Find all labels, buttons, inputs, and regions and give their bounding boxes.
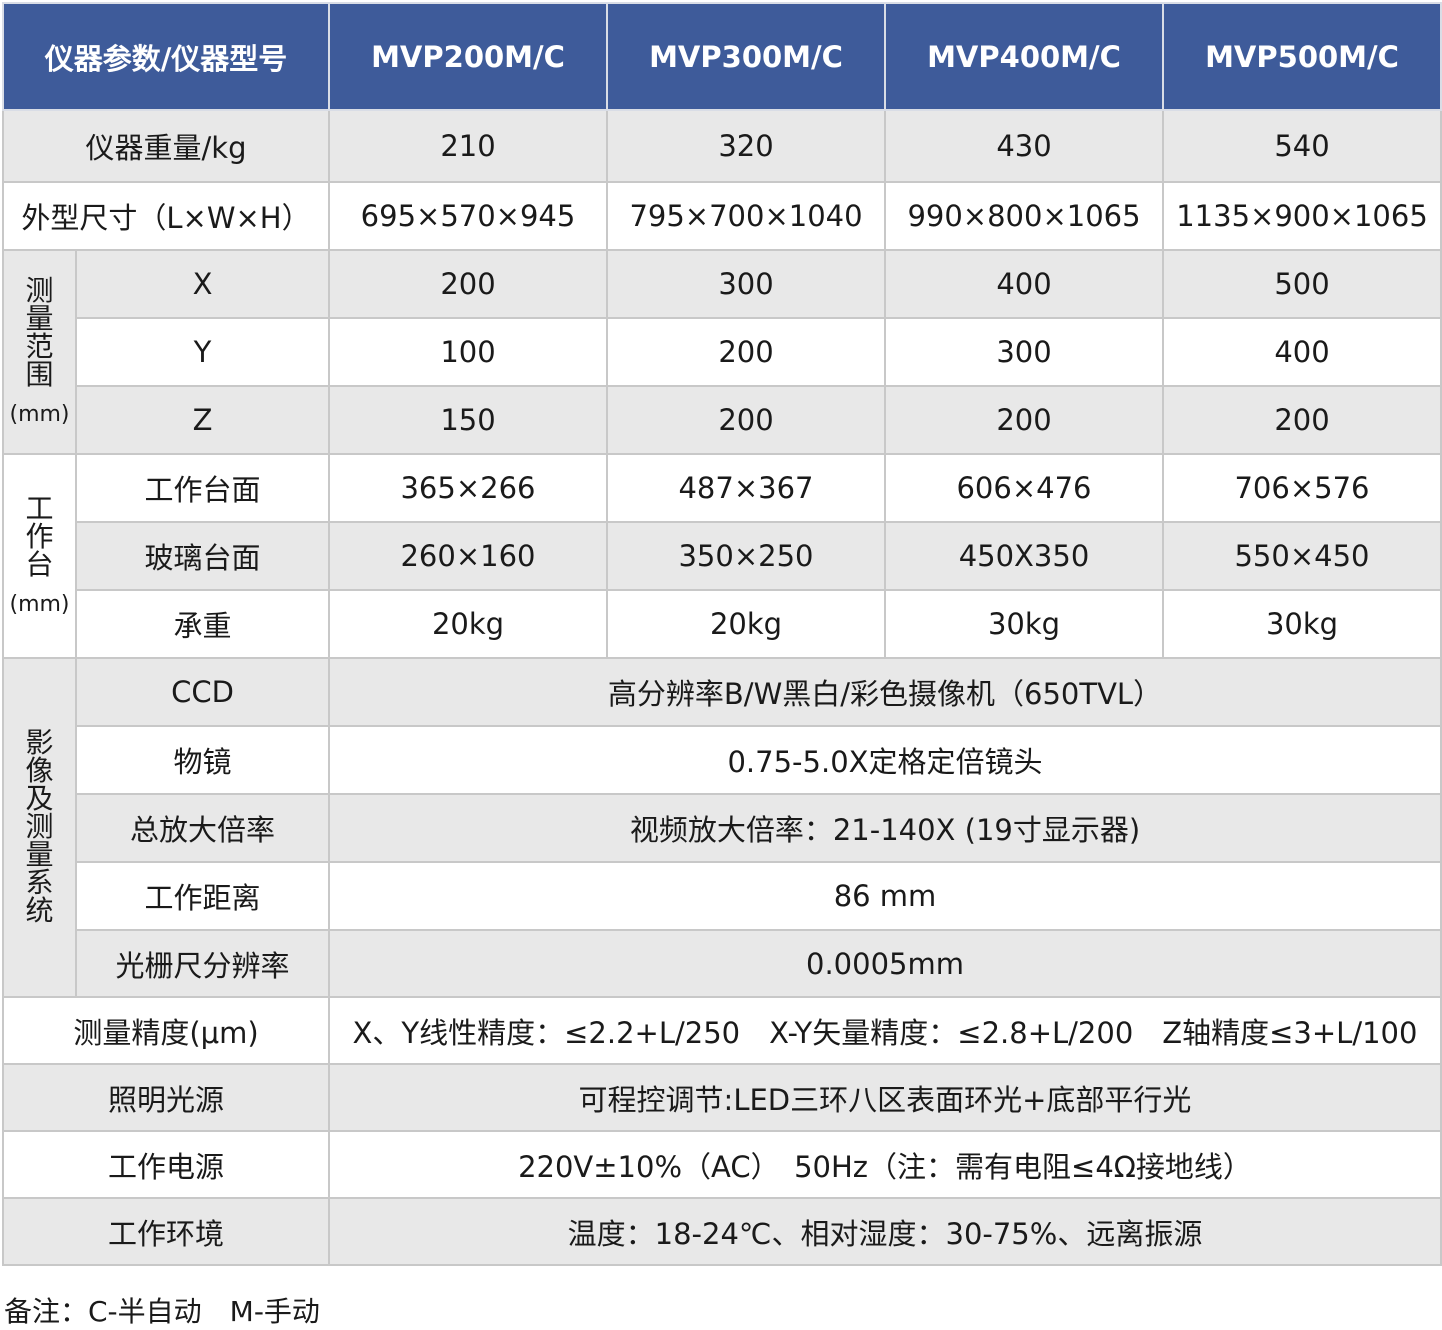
range-value: 200 bbox=[606, 317, 886, 387]
range-value: 400 bbox=[1162, 317, 1442, 387]
range-value: 200 bbox=[884, 385, 1164, 455]
imaging-label: 工作距离 bbox=[75, 861, 330, 931]
range-group-label: 测量范围 (mm) bbox=[2, 249, 77, 455]
dimensions-row: 外型尺寸（L×W×H） 695×570×945 795×700×1040 990… bbox=[2, 181, 1442, 251]
header-model-4: MVP500M/C bbox=[1162, 2, 1442, 111]
range-value: 200 bbox=[328, 249, 608, 319]
header-model-2: MVP300M/C bbox=[606, 2, 886, 111]
dimensions-value: 795×700×1040 bbox=[606, 181, 886, 251]
imaging-value: 0.0005mm bbox=[328, 929, 1442, 998]
worktable-label: 玻璃台面 bbox=[75, 521, 330, 591]
lighting-label: 照明光源 bbox=[2, 1063, 330, 1132]
imaging-value: 视频放大倍率：21-140X (19寸显示器) bbox=[328, 793, 1442, 863]
range-value: 500 bbox=[1162, 249, 1442, 319]
worktable-group-label: 工作台 (mm) bbox=[2, 453, 77, 659]
imaging-label: 物镜 bbox=[75, 725, 330, 795]
worktable-group-title: 工作台 bbox=[25, 492, 54, 582]
worktable-value: 365×266 bbox=[328, 453, 608, 523]
dimensions-value: 990×800×1065 bbox=[884, 181, 1164, 251]
accuracy-row: 测量精度(μm) X、Y线性精度：≤2.2+L/250 X-Y矢量精度：≤2.8… bbox=[2, 996, 1442, 1065]
worktable-label: 承重 bbox=[75, 589, 330, 659]
weight-label: 仪器重量/kg bbox=[2, 109, 330, 183]
worktable-row-load: 承重 20kg 20kg 30kg 30kg bbox=[3, 589, 1442, 659]
weight-value: 430 bbox=[884, 109, 1164, 183]
range-group-title: 测量范围 bbox=[25, 274, 54, 392]
weight-row: 仪器重量/kg 210 320 430 540 bbox=[2, 109, 1442, 183]
imaging-row-objective: 物镜 0.75-5.0X定格定倍镜头 bbox=[3, 725, 1442, 795]
worktable-label: 工作台面 bbox=[75, 453, 330, 523]
imaging-row-magnification: 总放大倍率 视频放大倍率：21-140X (19寸显示器) bbox=[3, 793, 1442, 863]
worktable-row-glass: 玻璃台面 260×160 350×250 450X350 550×450 bbox=[3, 521, 1442, 591]
worktable-value: 550×450 bbox=[1162, 521, 1442, 591]
power-label: 工作电源 bbox=[2, 1130, 330, 1199]
imaging-row-scale: 光栅尺分辨率 0.0005mm bbox=[3, 929, 1442, 998]
worktable-value: 350×250 bbox=[606, 521, 886, 591]
header-param-model: 仪器参数/仪器型号 bbox=[2, 2, 330, 111]
header-model-1: MVP200M/C bbox=[328, 2, 608, 111]
accuracy-value: X、Y线性精度：≤2.2+L/250 X-Y矢量精度：≤2.8+L/200 Z轴… bbox=[328, 996, 1442, 1065]
worktable-value: 20kg bbox=[328, 589, 608, 659]
imaging-row-distance: 工作距离 86 mm bbox=[3, 861, 1442, 931]
worktable-value: 30kg bbox=[1162, 589, 1442, 659]
environment-label: 工作环境 bbox=[2, 1197, 330, 1266]
lighting-row: 照明光源 可程控调节:LED三环八区表面环光+底部平行光 bbox=[2, 1063, 1442, 1132]
footnote: 备注：C-半自动 M-手动 bbox=[4, 1295, 320, 1328]
range-value: 400 bbox=[884, 249, 1164, 319]
worktable-value: 487×367 bbox=[606, 453, 886, 523]
range-value: 300 bbox=[606, 249, 886, 319]
imaging-label: 总放大倍率 bbox=[75, 793, 330, 863]
range-label: Z bbox=[75, 385, 330, 455]
weight-value: 320 bbox=[606, 109, 886, 183]
range-row-x: 测量范围 (mm) X 200 300 400 500 bbox=[2, 249, 1442, 455]
weight-value: 210 bbox=[328, 109, 608, 183]
header-model-3: MVP400M/C bbox=[884, 2, 1164, 111]
worktable-value: 260×160 bbox=[328, 521, 608, 591]
imaging-label: CCD bbox=[75, 657, 330, 727]
range-row-y: Y 100 200 300 400 bbox=[3, 317, 1442, 387]
worktable-value: 30kg bbox=[884, 589, 1164, 659]
imaging-row-ccd: 影像及测量系统 CCD 高分辨率B/W黑白/彩色摄像机（650TVL） bbox=[2, 657, 1442, 998]
environment-value: 温度：18-24℃、相对湿度：30-75%、远离振源 bbox=[328, 1197, 1442, 1266]
worktable-value: 706×576 bbox=[1162, 453, 1442, 523]
dimensions-label: 外型尺寸（L×W×H） bbox=[2, 181, 330, 251]
imaging-group-label: 影像及测量系统 bbox=[2, 657, 77, 998]
imaging-value: 86 mm bbox=[328, 861, 1442, 931]
imaging-group-title: 影像及测量系统 bbox=[25, 726, 54, 928]
worktable-value: 20kg bbox=[606, 589, 886, 659]
lighting-value: 可程控调节:LED三环八区表面环光+底部平行光 bbox=[328, 1063, 1442, 1132]
range-label: Y bbox=[75, 317, 330, 387]
power-value: 220V±10%（AC） 50Hz（注：需有电阻≤4Ω接地线） bbox=[328, 1130, 1442, 1199]
range-group-unit: (mm) bbox=[9, 402, 70, 428]
range-label: X bbox=[75, 249, 330, 319]
weight-value: 540 bbox=[1162, 109, 1442, 183]
range-value: 100 bbox=[328, 317, 608, 387]
range-value: 200 bbox=[1162, 385, 1442, 455]
worktable-row-surface: 工作台 (mm) 工作台面 365×266 487×367 606×476 70… bbox=[2, 453, 1442, 659]
worktable-group-unit: (mm) bbox=[9, 592, 70, 618]
worktable-value: 606×476 bbox=[884, 453, 1164, 523]
accuracy-label: 测量精度(μm) bbox=[2, 996, 330, 1065]
dimensions-value: 1135×900×1065 bbox=[1162, 181, 1442, 251]
power-row: 工作电源 220V±10%（AC） 50Hz（注：需有电阻≤4Ω接地线） bbox=[2, 1130, 1442, 1199]
imaging-value: 高分辨率B/W黑白/彩色摄像机（650TVL） bbox=[328, 657, 1442, 727]
worktable-value: 450X350 bbox=[884, 521, 1164, 591]
range-value: 150 bbox=[328, 385, 608, 455]
header-row: 仪器参数/仪器型号 MVP200M/C MVP300M/C MVP400M/C … bbox=[2, 2, 1442, 111]
dimensions-value: 695×570×945 bbox=[328, 181, 608, 251]
imaging-label: 光栅尺分辨率 bbox=[75, 929, 330, 998]
imaging-value: 0.75-5.0X定格定倍镜头 bbox=[328, 725, 1442, 795]
environment-row: 工作环境 温度：18-24℃、相对湿度：30-75%、远离振源 bbox=[2, 1197, 1442, 1266]
spec-table: 仪器参数/仪器型号 MVP200M/C MVP300M/C MVP400M/C … bbox=[2, 2, 1442, 1266]
range-value: 200 bbox=[606, 385, 886, 455]
range-row-z: Z 150 200 200 200 bbox=[3, 385, 1442, 455]
range-value: 300 bbox=[884, 317, 1164, 387]
